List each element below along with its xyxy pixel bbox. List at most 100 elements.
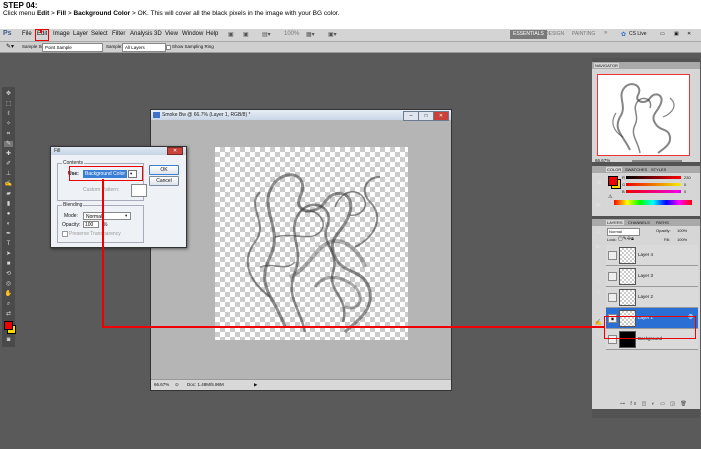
bridge-icon[interactable]: ▣ (228, 31, 234, 38)
zoom-tool-icon[interactable]: ⌕ (4, 301, 13, 307)
r-slider[interactable] (626, 176, 681, 179)
document-zoom[interactable]: 66.67% (154, 382, 169, 387)
shape-tool-icon[interactable]: ■ (4, 261, 13, 267)
preserve-transparency-checkbox[interactable] (62, 231, 68, 237)
workspace-design[interactable]: DESIGN (545, 31, 564, 37)
quick-mask-icon[interactable]: ◙ (4, 337, 13, 343)
arrange-icon[interactable]: ▦▾ (306, 31, 315, 38)
minimize-app-icon[interactable]: ▭ (660, 31, 665, 37)
tab-styles[interactable]: STYLES (650, 167, 667, 172)
view-extras-icon[interactable]: ▤▾ (262, 31, 271, 38)
foreground-color-swatch[interactable] (4, 321, 13, 330)
opacity-value[interactable]: 100% (677, 228, 687, 233)
stamp-tool-icon[interactable]: ⊥ (4, 171, 13, 177)
dodge-tool-icon[interactable]: ◐ (4, 221, 13, 227)
3d-orbit-icon[interactable]: ◎ (4, 281, 13, 287)
character-icon[interactable]: A| (594, 279, 603, 287)
gamut-warning-icon[interactable]: ⚠ (608, 194, 612, 200)
cslive-icon[interactable]: ✿ (621, 31, 626, 38)
tab-layers[interactable]: LAYERS (606, 220, 624, 225)
color-spectrum-ramp[interactable] (614, 200, 692, 205)
tab-navigator[interactable]: NAVIGATOR (594, 63, 619, 68)
workspace-essentials[interactable]: ESSENTIALS (510, 30, 547, 39)
menu-select[interactable]: Select (91, 31, 108, 37)
eraser-tool-icon[interactable]: ▰ (4, 191, 13, 197)
opacity-input[interactable]: 100 (83, 221, 99, 228)
lasso-tool-icon[interactable]: ℓ (4, 111, 13, 117)
brush-tool-icon[interactable]: ✐ (4, 161, 13, 167)
sample-select[interactable]: All Layers (122, 43, 166, 52)
marquee-tool-icon[interactable]: ⬚ (4, 101, 13, 107)
navigator-zoom-value[interactable]: 66.67% (595, 158, 610, 163)
mode-select[interactable]: Normal (83, 212, 131, 220)
eyedropper-icon[interactable]: ✎▾ (6, 43, 14, 50)
quick-select-tool-icon[interactable]: ✧ (4, 121, 13, 127)
clone-source-icon[interactable]: ⊕ (594, 331, 603, 339)
adjustments-icon[interactable]: ◪ (594, 178, 603, 186)
b-value[interactable]: 0 (684, 189, 686, 194)
close-app-icon[interactable]: ✕ (687, 31, 691, 37)
restore-app-icon[interactable]: ▣ (674, 31, 679, 37)
cslive-menu[interactable]: CS Live (629, 31, 647, 37)
hand-tool-icon[interactable]: ✋ (4, 291, 13, 297)
visibility-toggle[interactable] (608, 293, 617, 302)
workspace-painting[interactable]: PAINTING (572, 31, 595, 37)
status-menu-arrow-icon[interactable]: ▶ (254, 382, 257, 388)
document-titlebar[interactable]: Smoke Bw @ 66.7% (Layer 1, RGB/8) * – □ … (151, 110, 451, 121)
lock-icons[interactable]: ▢✎✢🔒︎ (618, 236, 634, 242)
menu-image[interactable]: Image (53, 31, 70, 37)
eyedropper-tool-icon[interactable]: ✎ (4, 141, 13, 147)
navigator-zoom-slider[interactable] (632, 160, 682, 162)
ok-button[interactable]: OK (149, 165, 179, 175)
pen-tool-icon[interactable]: ✒ (4, 231, 13, 237)
tab-paths[interactable]: PATHS (655, 220, 670, 225)
minibridge-icon[interactable]: ▣ (243, 31, 249, 38)
menu-analysis[interactable]: Analysis (130, 31, 152, 37)
image-canvas[interactable] (215, 147, 408, 340)
status-icon[interactable]: ⊙ (175, 382, 179, 388)
menu-file[interactable]: File (22, 31, 32, 37)
fill-value[interactable]: 100% (677, 237, 687, 242)
swap-colors-icon[interactable]: ⇄ (4, 311, 13, 317)
gradient-tool-icon[interactable]: ▮ (4, 201, 13, 207)
type-tool-icon[interactable]: T (4, 241, 13, 247)
g-slider[interactable] (626, 183, 681, 186)
color-fg-swatch[interactable] (608, 176, 618, 186)
actions-icon[interactable]: ▶ (594, 243, 603, 251)
tab-channels[interactable]: CHANNELS (627, 220, 651, 225)
fill-dialog-titlebar[interactable]: Fill ✕ (51, 147, 186, 155)
close-icon[interactable]: ✕ (167, 147, 183, 155)
masks-icon[interactable]: ◫ (594, 190, 603, 198)
visibility-toggle[interactable] (608, 272, 617, 281)
minimize-icon[interactable]: – (403, 111, 419, 121)
navigator-preview[interactable] (597, 74, 690, 156)
tab-color[interactable]: COLOR (606, 167, 623, 172)
healing-tool-icon[interactable]: ✚ (4, 151, 13, 157)
move-tool-icon[interactable]: ✥ (4, 91, 13, 97)
menu-view[interactable]: View (165, 31, 178, 37)
blend-mode-select[interactable]: Normal (607, 228, 640, 236)
3d-rotate-icon[interactable]: ⟲ (4, 271, 13, 277)
menu-3d[interactable]: 3D (154, 31, 162, 37)
layers-footer-icons[interactable]: ⊶ fx ◫ ◐ ▭ ◲ 🗑︎ (620, 401, 689, 407)
maximize-icon[interactable]: □ (418, 111, 434, 121)
blur-tool-icon[interactable]: ● (4, 211, 13, 217)
paragraph-icon[interactable]: ¶ (594, 291, 603, 299)
path-select-icon[interactable]: ➤ (4, 251, 13, 257)
r-value[interactable]: 230 (684, 175, 691, 180)
sampling-ring-checkbox[interactable] (166, 45, 171, 50)
visibility-toggle[interactable] (608, 251, 617, 260)
history-icon[interactable]: ⧖ (594, 229, 603, 237)
menu-layer[interactable]: Layer (73, 31, 88, 37)
crop-tool-icon[interactable]: ⌗ (4, 131, 13, 137)
menu-help[interactable]: Help (206, 31, 218, 37)
layer-row-layer2[interactable]: Layer 2 (606, 287, 698, 308)
menu-filter[interactable]: Filter (112, 31, 125, 37)
more-workspaces-icon[interactable]: » (604, 30, 607, 36)
g-value[interactable]: 0 (684, 182, 686, 187)
layer-row-layer3[interactable]: Layer 3 (606, 266, 698, 287)
tab-swatches[interactable]: SWATCHES (624, 167, 648, 172)
cancel-button[interactable]: Cancel (149, 176, 179, 186)
sample-size-select[interactable]: Point Sample (42, 43, 103, 52)
menu-window[interactable]: Window (182, 31, 203, 37)
